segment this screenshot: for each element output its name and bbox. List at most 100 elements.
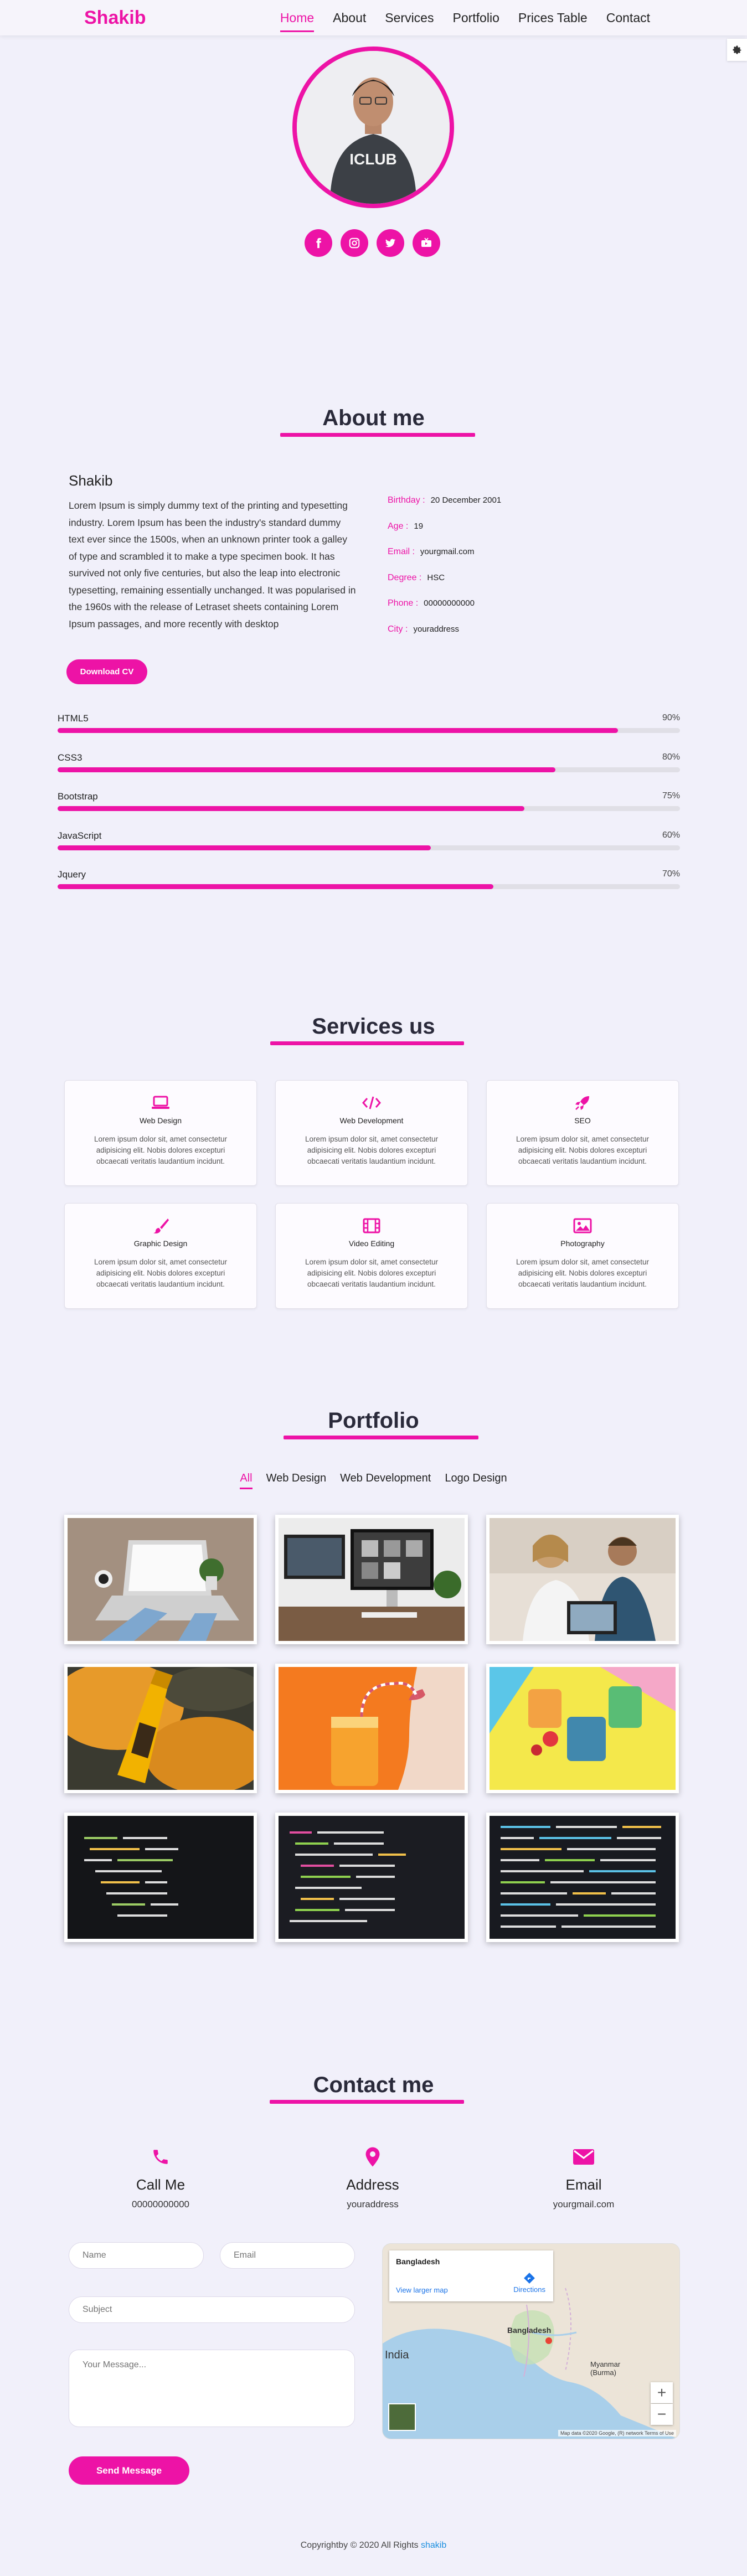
filter-all[interactable]: All bbox=[240, 1472, 253, 1489]
view-larger-map-link[interactable]: View larger map bbox=[396, 2286, 448, 2294]
rocket-icon bbox=[487, 1093, 678, 1113]
code-photo bbox=[68, 1816, 254, 1939]
contact-label: Email bbox=[565, 2176, 602, 2193]
info-value: youraddress bbox=[413, 624, 459, 634]
service-description: Lorem ipsum dolor sit, amet consectetur … bbox=[516, 1258, 650, 1288]
youtube-button[interactable] bbox=[413, 229, 440, 257]
service-card-seo[interactable]: SEO Lorem ipsum dolor sit, amet consecte… bbox=[486, 1080, 679, 1186]
nav-about[interactable]: About bbox=[333, 11, 366, 25]
map-zoom-out-button[interactable]: − bbox=[651, 2404, 673, 2425]
portfolio-item-code-3[interactable] bbox=[486, 1813, 679, 1942]
contact-title-underline bbox=[270, 2100, 464, 2104]
service-description: Lorem ipsum dolor sit, amet consectetur … bbox=[305, 1135, 439, 1165]
skill-percent: 70% bbox=[662, 869, 680, 879]
facebook-button[interactable] bbox=[305, 229, 332, 257]
nav-home[interactable]: Home bbox=[280, 11, 315, 32]
service-card-video-editing[interactable]: Video Editing Lorem ipsum dolor sit, ame… bbox=[275, 1203, 468, 1309]
portfolio-item-juice[interactable] bbox=[275, 1664, 468, 1793]
map-label-india: India bbox=[385, 2349, 409, 2361]
service-card-web-design[interactable]: Web Design Lorem ipsum dolor sit, amet c… bbox=[64, 1080, 257, 1186]
service-card-photography[interactable]: Photography Lorem ipsum dolor sit, amet … bbox=[486, 1203, 679, 1309]
portfolio-item-drinks[interactable] bbox=[486, 1664, 679, 1793]
google-map[interactable]: Bangladesh View larger map Directions In… bbox=[382, 2243, 680, 2439]
filter-logo-design[interactable]: Logo Design bbox=[445, 1472, 507, 1485]
services-title-underline bbox=[270, 1041, 464, 1045]
portfolio-item-bottle[interactable] bbox=[64, 1664, 257, 1793]
service-card-graphic-design[interactable]: Graphic Design Lorem ipsum dolor sit, am… bbox=[64, 1203, 257, 1309]
map-info-card: Bangladesh View larger map Directions bbox=[389, 2250, 553, 2301]
contact-email: Email yourgmail.com bbox=[501, 2145, 667, 2210]
info-row-email: Email : yourgmail.com bbox=[388, 547, 554, 573]
phone-icon bbox=[78, 2145, 244, 2169]
send-message-button[interactable]: Send Message bbox=[69, 2456, 189, 2485]
instagram-button[interactable] bbox=[341, 229, 368, 257]
service-card-web-development[interactable]: Web Development Lorem ipsum dolor sit, a… bbox=[275, 1080, 468, 1186]
about-title-underline bbox=[280, 433, 475, 437]
map-place-name: Bangladesh bbox=[396, 2257, 440, 2266]
skill-bootstrap: Bootstrap 75% bbox=[58, 791, 680, 830]
info-key: Age : bbox=[388, 521, 409, 531]
nav-contact[interactable]: Contact bbox=[606, 11, 650, 25]
nav-portfolio[interactable]: Portfolio bbox=[452, 11, 499, 25]
name-input[interactable] bbox=[69, 2242, 204, 2269]
services-grid: Web Design Lorem ipsum dolor sit, amet c… bbox=[64, 1080, 679, 1309]
service-title: Web Development bbox=[339, 1116, 404, 1125]
download-cv-button[interactable]: Download CV bbox=[66, 659, 147, 684]
bottle-photo bbox=[68, 1667, 254, 1790]
skill-bar-track bbox=[58, 728, 680, 733]
skill-name: Bootstrap bbox=[58, 791, 98, 802]
nav-services[interactable]: Services bbox=[385, 11, 434, 25]
about-name: Shakib bbox=[69, 472, 113, 489]
contact-value: youraddress bbox=[347, 2199, 399, 2210]
nav-links: Home About Services Portfolio Prices Tab… bbox=[280, 11, 650, 32]
filter-web-design[interactable]: Web Design bbox=[266, 1472, 327, 1485]
skill-bar-track bbox=[58, 806, 680, 811]
message-textarea[interactable] bbox=[69, 2350, 355, 2427]
email-input[interactable] bbox=[220, 2242, 355, 2269]
personal-info-list: Birthday : 20 December 2001 Age : 19 Email… bbox=[388, 495, 554, 650]
paint-brush-icon bbox=[65, 1216, 256, 1236]
skill-name: HTML5 bbox=[58, 713, 89, 724]
settings-button[interactable] bbox=[727, 39, 747, 61]
contact-value: 00000000000 bbox=[131, 2199, 189, 2210]
portfolio-item-laptop[interactable] bbox=[64, 1515, 257, 1644]
imac-workspace-photo bbox=[279, 1518, 465, 1641]
gear-icon bbox=[733, 45, 741, 54]
skill-jquery: Jquery 70% bbox=[58, 869, 680, 908]
map-marker-icon bbox=[290, 2145, 456, 2169]
info-row-city: City : youraddress bbox=[388, 624, 554, 651]
twitter-button[interactable] bbox=[377, 229, 404, 257]
footer: Copyrightby © 2020 All Rights shakib bbox=[0, 2541, 747, 2551]
contact-label: Call Me bbox=[136, 2176, 186, 2193]
map-label-bangladesh: Bangladesh bbox=[507, 2326, 552, 2335]
drinks-photo bbox=[490, 1667, 676, 1790]
skill-bar-track bbox=[58, 884, 680, 889]
directions-link[interactable]: Directions bbox=[513, 2273, 545, 2294]
map-satellite-toggle[interactable] bbox=[388, 2403, 416, 2431]
code-icon bbox=[276, 1093, 467, 1113]
footer-author-link[interactable]: shakib bbox=[421, 2541, 446, 2550]
service-title: Web Design bbox=[139, 1116, 182, 1125]
info-key: Email : bbox=[388, 547, 415, 556]
portfolio-item-coworkers[interactable] bbox=[486, 1515, 679, 1644]
info-value: 20 December 2001 bbox=[430, 495, 502, 505]
info-row-degree: Degree : HSC bbox=[388, 573, 554, 599]
portfolio-item-code-1[interactable] bbox=[64, 1813, 257, 1942]
film-icon bbox=[276, 1216, 467, 1236]
service-title: Photography bbox=[560, 1239, 605, 1248]
portfolio-filters: All Web Design Web Development Logo Desi… bbox=[0, 1472, 747, 1489]
youtube-icon bbox=[421, 238, 431, 247]
nav-prices-table[interactable]: Prices Table bbox=[518, 11, 588, 25]
navbar: Shakib Home About Services Portfolio Pri… bbox=[0, 0, 747, 35]
info-value: yourgmail.com bbox=[420, 547, 475, 556]
filter-web-development[interactable]: Web Development bbox=[340, 1472, 431, 1485]
subject-input[interactable] bbox=[69, 2296, 355, 2323]
contact-address: Address youraddress bbox=[290, 2145, 456, 2210]
map-zoom-in-button[interactable]: + bbox=[651, 2382, 673, 2403]
brand-logo[interactable]: Shakib bbox=[84, 7, 146, 29]
skill-html5: HTML5 90% bbox=[58, 713, 680, 752]
service-description: Lorem ipsum dolor sit, amet consectetur … bbox=[94, 1258, 228, 1288]
portfolio-item-imac[interactable] bbox=[275, 1515, 468, 1644]
skill-percent: 60% bbox=[662, 830, 680, 840]
portfolio-item-code-2[interactable] bbox=[275, 1813, 468, 1942]
